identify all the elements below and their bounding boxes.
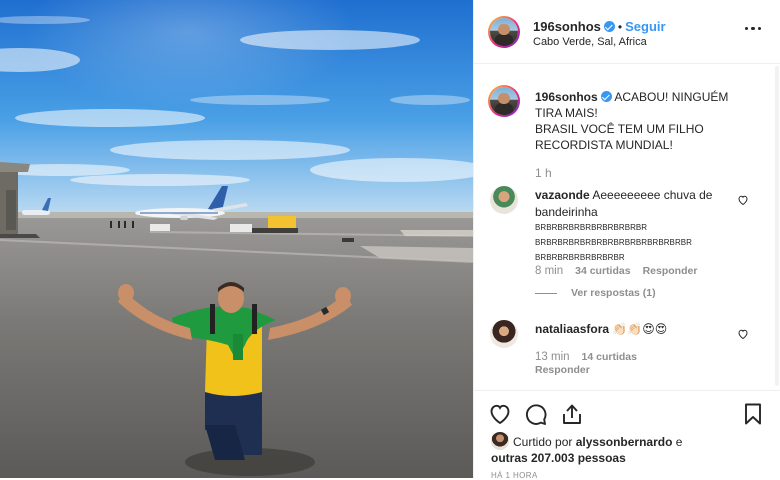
replies-divider xyxy=(535,292,557,294)
caption-time[interactable]: 1 h xyxy=(535,166,552,180)
author-username[interactable]: 196sonhos xyxy=(533,19,601,34)
follow-button[interactable]: Seguir xyxy=(625,19,665,34)
comment-body-line-2: BRBRBRBRBRBRBRBRBRBR xyxy=(535,223,648,232)
comment-reply-row: Responder xyxy=(535,364,590,376)
comment-body-line-3: BRBRBRBRBRBRBRBRBRBRBRBRBRBR xyxy=(535,238,692,247)
instagram-post: 196sonhos • Seguir Cabo Verde, Sal, Africa… xyxy=(0,0,780,480)
liker-avatar[interactable] xyxy=(491,432,509,450)
separator-dot: • xyxy=(617,20,623,34)
comment-likes[interactable]: 34 curtidas xyxy=(575,265,630,277)
share-icon[interactable] xyxy=(560,402,584,426)
author-avatar[interactable] xyxy=(488,16,520,48)
comment-icon[interactable] xyxy=(524,402,548,426)
comment-avatar[interactable] xyxy=(490,320,518,348)
comments-list[interactable]: 196sonhos ACABOU! NINGUÉM TIRA MAIS! BRA… xyxy=(474,65,780,390)
post-side-panel: 196sonhos • Seguir Cabo Verde, Sal, Africa… xyxy=(473,0,780,480)
caption-line-2: TIRA MAIS! xyxy=(535,106,598,120)
liked-by-others[interactable]: outras 207.003 pessoas xyxy=(491,451,626,465)
liked-by-prefix: Curtido por xyxy=(513,435,573,449)
bookmark-icon[interactable] xyxy=(741,402,765,426)
comment-reply-button[interactable]: Responder xyxy=(535,364,590,376)
liked-by: Curtido por alyssonbernardo e outras 207… xyxy=(491,432,771,466)
caption-avatar[interactable] xyxy=(488,85,520,117)
post-actions: Curtido por alyssonbernardo e outras 207… xyxy=(474,390,780,480)
comment-like-heart-icon[interactable] xyxy=(737,328,749,340)
verified-badge-icon xyxy=(600,91,612,102)
view-replies-label: Ver respostas (1) xyxy=(571,287,656,299)
comment-username[interactable]: nataliaasfora xyxy=(535,322,609,336)
comment-text: vazaonde Aeeeeeeeee chuva de bandeirinha… xyxy=(535,187,735,265)
caption-username[interactable]: 196sonhos xyxy=(535,90,598,104)
verified-badge-icon xyxy=(603,21,615,32)
comment-meta: 13 min 14 curtidas xyxy=(535,351,637,363)
liker-username[interactable]: alyssonbernardo xyxy=(576,435,673,449)
photo-scene xyxy=(0,0,473,478)
comment-like-heart-icon[interactable] xyxy=(737,194,749,206)
comment-time[interactable]: 13 min xyxy=(535,351,570,363)
caption-line-3: BRASIL VOCÊ TEM UM FILHO xyxy=(535,122,704,136)
comments-scrollbar[interactable] xyxy=(775,66,779,386)
header-user-line: 196sonhos • Seguir xyxy=(533,19,666,34)
caption-line-1: ACABOU! NINGUÉM xyxy=(614,90,729,104)
comment-body-line-4: BRBRBRBRBRBRBRBR xyxy=(535,253,625,262)
comment-reply-button[interactable]: Responder xyxy=(643,265,698,277)
post-timestamp[interactable]: HÁ 1 HORA xyxy=(491,471,538,480)
liked-by-conj: e xyxy=(675,435,683,449)
post-caption: 196sonhos ACABOU! NINGUÉM TIRA MAIS! BRA… xyxy=(535,89,735,153)
comment-meta: 8 min 34 curtidas Responder xyxy=(535,265,697,277)
post-location[interactable]: Cabo Verde, Sal, Africa xyxy=(533,36,647,48)
post-photo[interactable] xyxy=(0,0,473,478)
comment-avatar[interactable] xyxy=(490,186,518,214)
more-options-icon[interactable] xyxy=(745,26,761,32)
caption-line-4: RECORDISTA MUNDIAL! xyxy=(535,138,673,152)
heart-icon[interactable] xyxy=(488,402,512,426)
view-replies-button[interactable]: Ver respostas (1) xyxy=(535,287,656,299)
comment-likes[interactable]: 14 curtidas xyxy=(582,351,637,363)
comment-time[interactable]: 8 min xyxy=(535,265,563,277)
post-header: 196sonhos • Seguir Cabo Verde, Sal, Africa xyxy=(474,0,780,64)
comment-body: 👏🏻👏🏻😍😍 xyxy=(612,322,668,336)
comment-text: nataliaasfora 👏🏻👏🏻😍😍 xyxy=(535,321,735,338)
comment-username[interactable]: vazaonde xyxy=(535,188,590,202)
